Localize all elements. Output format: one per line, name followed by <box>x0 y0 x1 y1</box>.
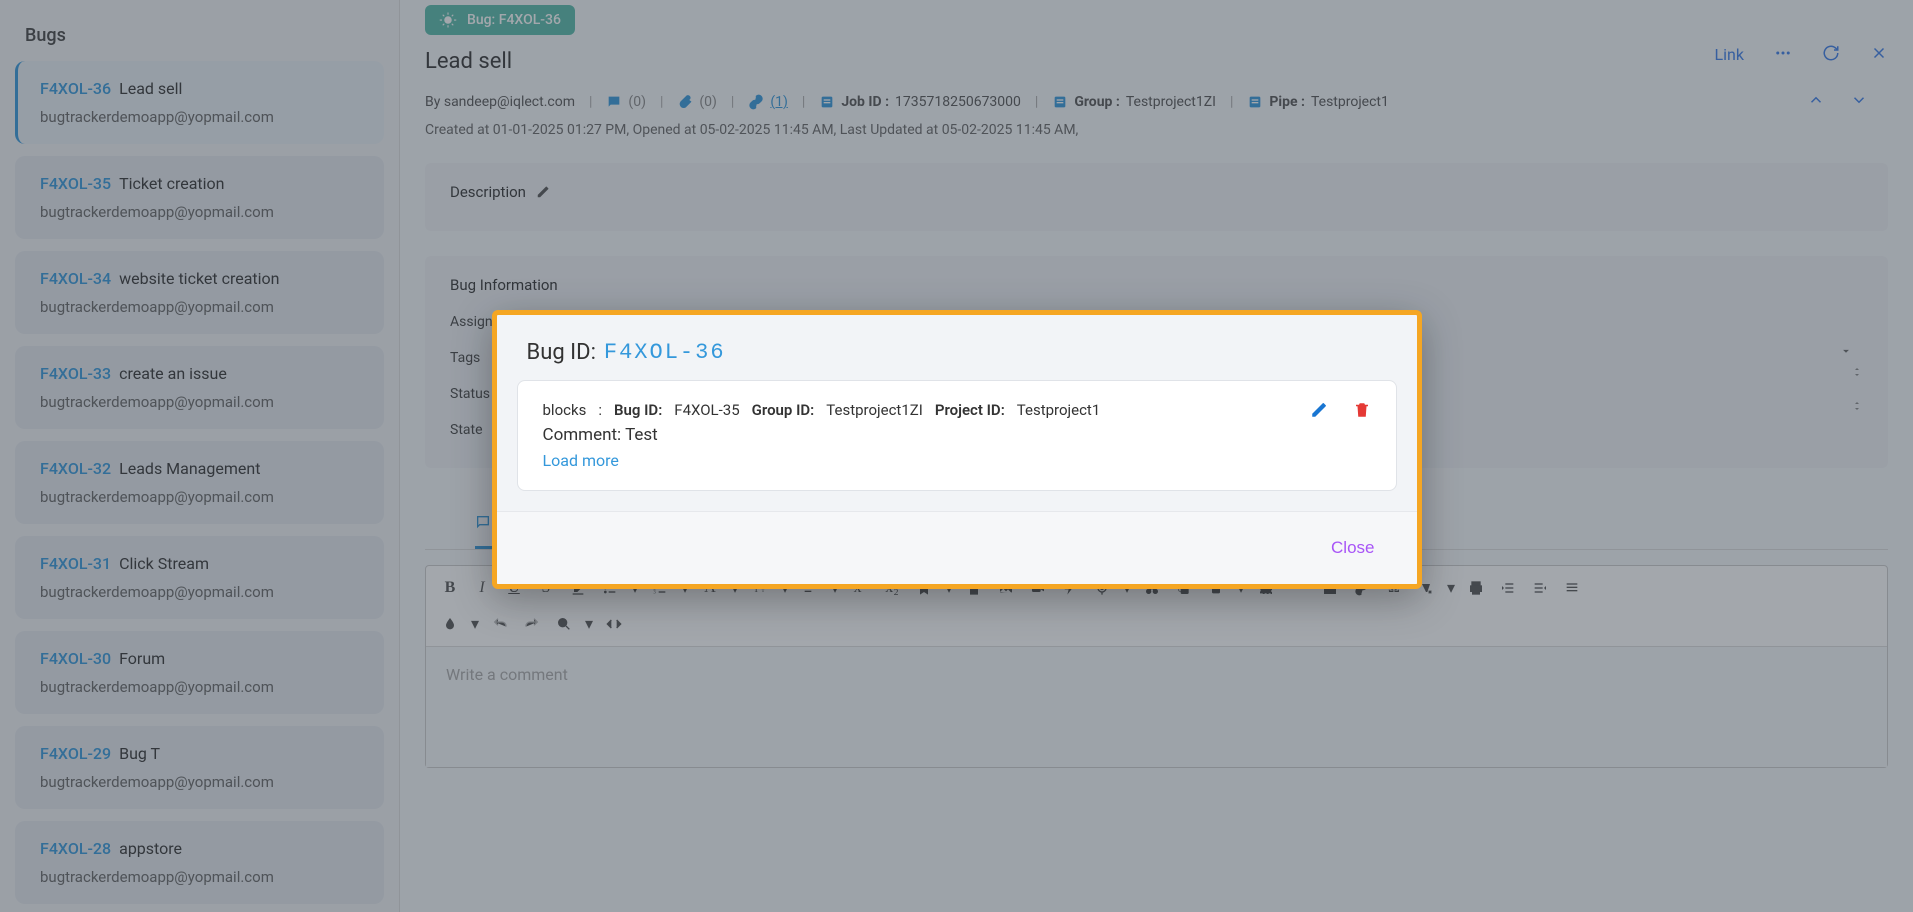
modal-header: Bug ID: F4XOL-36 <box>497 315 1417 380</box>
linked-project-id: Testproject1 <box>1017 401 1100 419</box>
modal-bug-id: F4XOL-36 <box>604 340 726 365</box>
linked-group-id: Testproject1ZI <box>826 401 923 419</box>
modal-overlay[interactable]: Bug ID: F4XOL-36 blocks : Bug ID: F4XOL-… <box>0 0 1913 912</box>
relation-type: blocks <box>543 401 587 419</box>
linked-bug-id: F4XOL-35 <box>674 401 739 419</box>
close-modal-button[interactable]: Close <box>1319 530 1386 566</box>
link-comment: Test <box>625 425 658 445</box>
link-card: blocks : Bug ID: F4XOL-35 Group ID: Test… <box>517 380 1397 491</box>
edit-link-icon[interactable] <box>1310 401 1328 419</box>
load-more-link[interactable]: Load more <box>543 451 1371 470</box>
delete-link-icon[interactable] <box>1353 401 1371 419</box>
link-modal: Bug ID: F4XOL-36 blocks : Bug ID: F4XOL-… <box>492 310 1422 589</box>
